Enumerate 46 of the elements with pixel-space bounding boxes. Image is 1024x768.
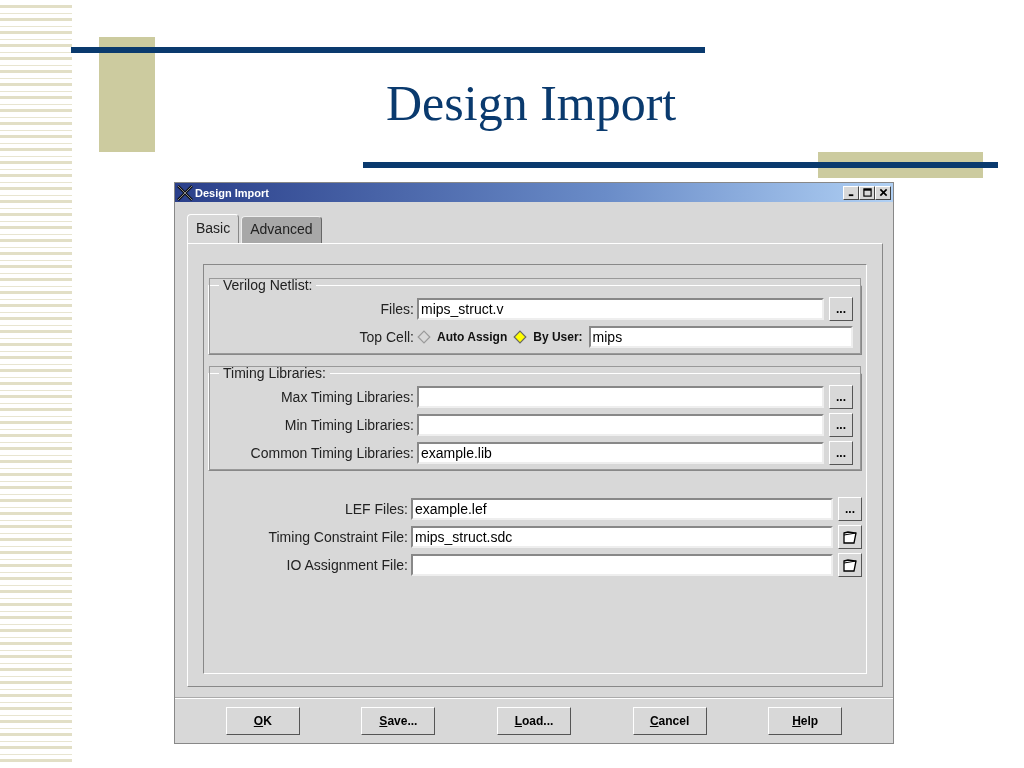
window-title: Design Import (195, 186, 270, 199)
input-field[interactable]: mips_struct.v (417, 298, 824, 320)
field-label: Timing Constraint File: (267, 529, 408, 545)
radio-label: Auto Assign (437, 330, 508, 344)
browse-button[interactable]: ... (829, 413, 853, 437)
minimize-button[interactable] (843, 185, 859, 200)
radio-button[interactable] (513, 330, 528, 344)
folder-icon (842, 529, 858, 545)
field-label: Min Timing Libraries: (283, 417, 414, 433)
tab[interactable]: Advanced (241, 216, 322, 244)
dialog-button[interactable]: Load... (497, 707, 571, 735)
slide-title: Design Import (386, 74, 677, 133)
radio-button[interactable] (417, 330, 431, 344)
input-field[interactable] (417, 386, 824, 408)
close-icon (878, 188, 888, 197)
maximize-button[interactable] (859, 185, 875, 200)
x-logo-icon (177, 184, 193, 201)
maximize-icon (862, 188, 872, 197)
group-legend: Verilog Netlist: (219, 277, 317, 293)
dialog-button[interactable]: Help (768, 707, 843, 735)
input-field[interactable]: mips_struct.sdc (411, 526, 833, 548)
field-label: Files: (379, 301, 414, 317)
field-label: LEF Files: (344, 501, 408, 517)
browse-button[interactable]: ... (829, 385, 853, 409)
input-field[interactable]: example.lef (411, 498, 833, 520)
group-legend: Timing Libraries: (219, 365, 330, 381)
browse-button[interactable]: ... (829, 297, 853, 321)
dialog-button[interactable]: Save... (361, 707, 436, 735)
browse-button[interactable]: ... (838, 497, 862, 521)
close-button[interactable] (875, 185, 891, 200)
folder-icon (842, 557, 858, 573)
input-field[interactable] (411, 554, 833, 576)
field-label: Top Cell: (358, 329, 414, 345)
browse-button[interactable]: ... (829, 441, 853, 465)
field-label: Max Timing Libraries: (279, 389, 414, 405)
field-label: IO Assignment File: (285, 557, 408, 573)
input-field[interactable] (417, 414, 824, 436)
field-label: Common Timing Libraries: (249, 445, 414, 461)
radio-label: By User: (533, 330, 583, 344)
folder-button[interactable] (838, 525, 862, 549)
dialog-button[interactable]: OK (225, 707, 300, 735)
folder-button[interactable] (838, 553, 862, 577)
dialog-button[interactable]: Cancel (632, 707, 707, 735)
tab[interactable]: Basic (187, 214, 240, 244)
input-field[interactable]: example.lib (417, 442, 824, 464)
input-field[interactable]: mips (588, 326, 853, 348)
